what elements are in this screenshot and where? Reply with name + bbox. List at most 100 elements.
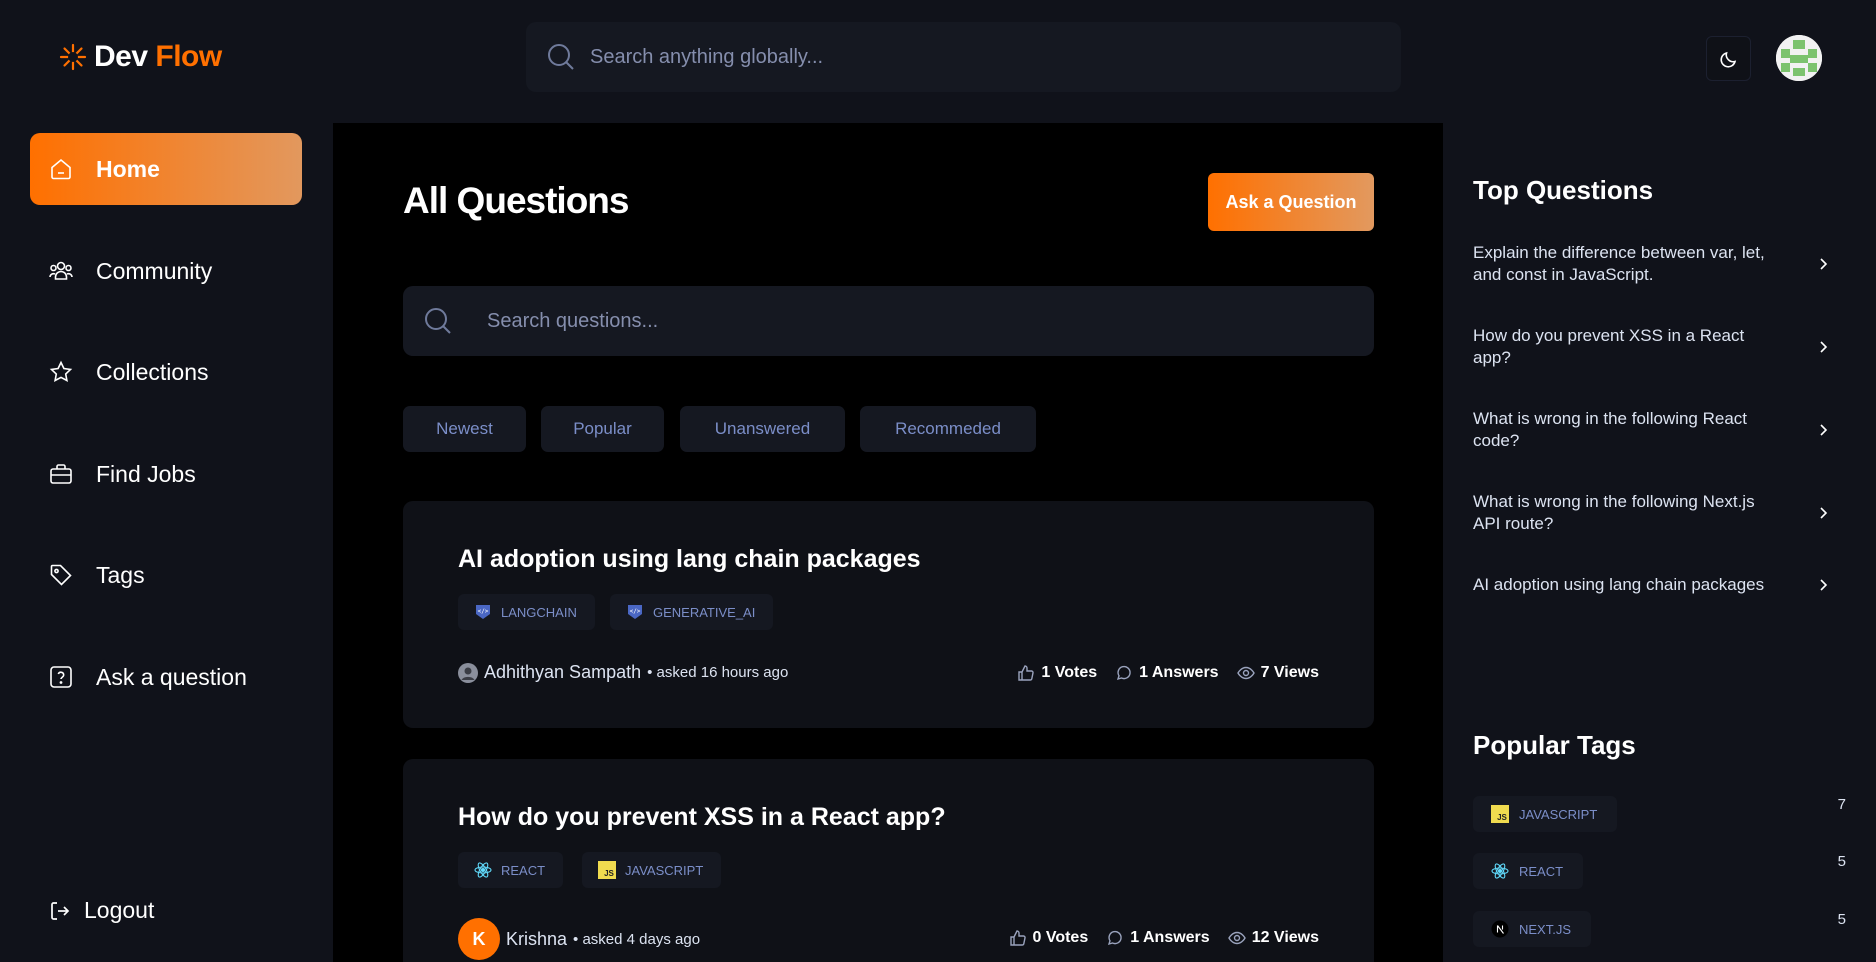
views-value: 7 Views <box>1260 664 1319 681</box>
sidebar-label-community: Community <box>96 257 213 284</box>
sidebar-item-community[interactable]: Community <box>30 235 302 307</box>
top-question-text: What is wrong in the following React cod… <box>1473 409 1748 450</box>
tag-label: JAVASCRIPT <box>625 862 704 878</box>
tag-label: REACT <box>501 862 546 878</box>
question-title[interactable]: AI adoption using lang chain packages <box>458 545 921 574</box>
sidebar-label-ask-question: Ask a question <box>96 663 247 690</box>
ask-question-button[interactable]: Ask a Question <box>1208 173 1374 231</box>
eye-icon <box>1236 666 1255 680</box>
question-author[interactable]: Adhithyan Sampath • asked 16 hours ago <box>458 662 788 683</box>
popular-tag-label: REACT <box>1519 863 1564 879</box>
popular-tag-label: JAVASCRIPT <box>1519 806 1598 822</box>
chevron-right-icon <box>1820 341 1828 353</box>
answers-value: 1 Answers <box>1130 929 1210 946</box>
top-question-item[interactable]: How do you prevent XSS in a React app? <box>1473 325 1833 369</box>
global-search-input[interactable] <box>590 22 1380 92</box>
theme-toggle-button[interactable] <box>1706 36 1751 81</box>
message-icon <box>1108 930 1122 946</box>
user-avatar[interactable] <box>1776 35 1822 81</box>
votes-value: 0 Votes <box>1032 929 1089 946</box>
filter-newest[interactable]: Newest <box>403 406 526 452</box>
top-question-item[interactable]: What is wrong in the following React cod… <box>1473 408 1833 452</box>
moon-icon <box>1719 51 1736 68</box>
left-sidebar: Home Community Collections Find Jobs Tag… <box>0 123 333 962</box>
filter-recommended[interactable]: Recommeded <box>860 406 1036 452</box>
tag-icon <box>50 564 72 586</box>
logo-word-flow: Flow <box>155 40 222 73</box>
sidebar-item-home[interactable]: Home <box>30 133 302 205</box>
home-icon <box>51 158 71 180</box>
main-content: All Questions Ask a Question Newest Popu… <box>333 123 1443 962</box>
chevron-right-icon <box>1820 579 1828 591</box>
question-tag[interactable]: REACT <box>458 852 564 888</box>
popular-tag-count: 5 <box>1837 911 1846 928</box>
global-search[interactable] <box>526 22 1401 92</box>
popular-tag[interactable]: NEXT.JS <box>1473 911 1592 947</box>
top-navbar: Dev Flow <box>0 0 1876 123</box>
page-title: All Questions <box>403 180 629 221</box>
views-metric: 12 Views <box>1227 929 1319 947</box>
top-question-item[interactable]: AI adoption using lang chain packages <box>1473 574 1833 596</box>
chevron-right-icon <box>1820 507 1828 519</box>
right-sidebar: Top Questions Explain the difference bet… <box>1443 123 1876 962</box>
question-tag[interactable]: </> LANGCHAIN <box>458 594 595 630</box>
sidebar-item-tags[interactable]: Tags <box>30 539 302 611</box>
sidebar-label-tags: Tags <box>96 561 145 588</box>
svg-text:</>: </> <box>630 608 641 615</box>
author-name[interactable]: Adhithyan Sampath <box>484 662 641 683</box>
svg-text:JS: JS <box>604 869 614 878</box>
question-tag[interactable]: </> GENERATIVE_AI <box>610 594 774 630</box>
top-question-item[interactable]: What is wrong in the following Next.js A… <box>1473 491 1833 535</box>
logout-icon <box>51 901 70 920</box>
tag-label: LANGCHAIN <box>501 604 577 620</box>
logout-button[interactable]: Logout <box>48 897 154 924</box>
nextjs-icon <box>1491 920 1509 938</box>
react-icon <box>1491 863 1509 879</box>
votes-metric: 0 Votes <box>1009 929 1089 947</box>
message-icon <box>1117 665 1131 681</box>
javascript-icon: JS <box>1491 805 1509 823</box>
votes-value: 1 Votes <box>1041 664 1098 681</box>
sidebar-item-find-jobs[interactable]: Find Jobs <box>30 438 302 510</box>
briefcase-icon <box>50 464 72 484</box>
popular-tag[interactable]: REACT <box>1473 853 1584 889</box>
logo[interactable]: Dev Flow <box>58 40 222 74</box>
views-value: 12 Views <box>1251 929 1319 946</box>
question-card[interactable]: How do you prevent XSS in a React app? R… <box>403 759 1374 962</box>
top-question-text: Explain the difference between var, let,… <box>1473 243 1765 284</box>
question-search[interactable] <box>403 286 1374 356</box>
question-search-input[interactable] <box>487 286 1347 356</box>
asked-time: • asked 4 days ago <box>573 930 701 948</box>
like-icon <box>1009 930 1026 946</box>
search-icon <box>425 308 451 334</box>
question-card[interactable]: AI adoption using lang chain packages </… <box>403 501 1374 728</box>
identicon-icon <box>1776 35 1822 81</box>
popular-tag[interactable]: JS JAVASCRIPT <box>1473 796 1618 832</box>
asked-time: • asked 16 hours ago <box>647 664 789 681</box>
question-icon <box>50 666 72 688</box>
sidebar-label-home: Home <box>96 155 160 182</box>
sidebar-item-ask-question[interactable]: Ask a question <box>30 641 302 713</box>
question-author[interactable]: K Krishna • asked 4 days ago <box>458 918 700 960</box>
langchain-icon: </> <box>476 605 490 619</box>
star-icon <box>49 360 73 382</box>
question-title[interactable]: How do you prevent XSS in a React app? <box>458 803 946 832</box>
filter-unanswered[interactable]: Unanswered <box>680 406 845 452</box>
author-name[interactable]: Krishna <box>506 929 567 950</box>
question-tag[interactable]: JS JAVASCRIPT <box>582 852 722 888</box>
answers-metric: 1 Answers <box>1106 929 1210 947</box>
logout-label: Logout <box>84 897 155 923</box>
filter-popular[interactable]: Popular <box>541 406 664 452</box>
svg-text:</>: </> <box>478 608 489 615</box>
popular-tag-label: NEXT.JS <box>1519 921 1572 937</box>
sidebar-label-find-jobs: Find Jobs <box>96 460 196 487</box>
chevron-right-icon <box>1820 424 1828 436</box>
author-avatar <box>458 662 478 683</box>
answers-metric: 1 Answers <box>1115 664 1219 682</box>
top-question-item[interactable]: Explain the difference between var, let,… <box>1473 242 1833 286</box>
popular-tag-count: 5 <box>1837 853 1846 870</box>
sidebar-item-collections[interactable]: Collections <box>30 336 302 408</box>
svg-text:JS: JS <box>1497 813 1507 822</box>
question-metrics: 0 Votes 1 Answers 12 Views <box>1009 929 1319 947</box>
sidebar-label-collections: Collections <box>96 358 209 385</box>
